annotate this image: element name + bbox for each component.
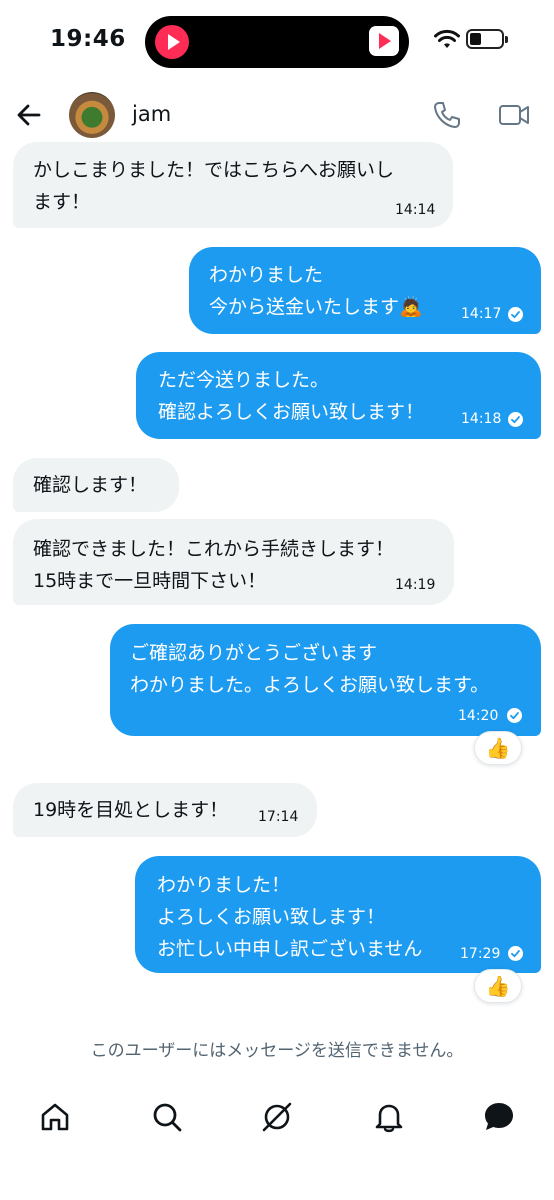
read-check-icon bbox=[508, 307, 523, 322]
reaction-badge[interactable]: 👍 bbox=[474, 969, 522, 1003]
video-app-icon bbox=[369, 26, 399, 56]
message-bubble-incoming[interactable]: 19時を目処とします！ 17:14 bbox=[13, 783, 317, 837]
message-time: 14:18 bbox=[461, 411, 502, 427]
message-bubble-outgoing[interactable]: わかりました！ よろしくお願い致します！ お忙しい中申し訳ございません 17:2… bbox=[135, 856, 541, 973]
status-bar: 19:46 bbox=[0, 0, 554, 84]
messages-icon[interactable] bbox=[482, 1100, 516, 1134]
message-bubble-outgoing[interactable]: ただ今送りました。 確認よろしくお願い致します！ 14:18 bbox=[136, 352, 541, 439]
message-time: 14:19 bbox=[395, 577, 436, 593]
screen-record-icon bbox=[155, 25, 189, 59]
message-time: 17:14 bbox=[258, 809, 299, 825]
message-text: わかりました。よろしくお願い致します。 bbox=[130, 674, 490, 696]
message-text: 15時まで一旦時間下さい！ bbox=[33, 570, 267, 592]
avatar[interactable] bbox=[69, 92, 115, 138]
home-icon[interactable] bbox=[38, 1100, 72, 1134]
message-time: 14:14 bbox=[395, 202, 436, 218]
message-bubble-outgoing[interactable]: わかりました 今から送金いたします🙇 14:17 bbox=[189, 247, 541, 334]
phone-icon[interactable] bbox=[432, 100, 462, 130]
message-time: 17:29 bbox=[460, 946, 501, 962]
bell-icon[interactable] bbox=[372, 1100, 406, 1134]
bottom-nav bbox=[0, 1092, 554, 1148]
battery-icon bbox=[466, 29, 508, 49]
message-text: ます！ bbox=[33, 191, 91, 213]
back-arrow-icon[interactable] bbox=[14, 100, 44, 130]
dynamic-island bbox=[145, 16, 409, 68]
message-text: ただ今送りました。 bbox=[158, 369, 330, 391]
grok-icon[interactable] bbox=[260, 1100, 294, 1134]
cannot-message-notice: このユーザーにはメッセージを送信できません。 bbox=[90, 1041, 464, 1061]
search-icon[interactable] bbox=[150, 1100, 184, 1134]
message-text: かしこまりました！ではこちらへお願いし bbox=[33, 159, 395, 181]
message-text: わかりました！ bbox=[157, 874, 291, 896]
reaction-badge[interactable]: 👍 bbox=[474, 731, 522, 765]
message-text: わかりました bbox=[209, 264, 324, 286]
read-check-icon bbox=[508, 412, 523, 427]
message-text: 確認します！ bbox=[33, 474, 148, 496]
contact-name[interactable]: jam bbox=[132, 102, 171, 126]
message-bubble-outgoing[interactable]: ご確認ありがとうございます わかりました。よろしくお願い致します。 14:20 bbox=[110, 624, 541, 736]
message-bubble-incoming[interactable]: 確認します！ bbox=[13, 458, 179, 512]
video-icon[interactable] bbox=[498, 102, 530, 128]
status-time: 19:46 bbox=[50, 26, 126, 52]
message-text: 確認できました！これから手続きします！ bbox=[33, 538, 395, 560]
message-bubble-incoming[interactable]: 確認できました！これから手続きします！ 15時まで一旦時間下さい！ 14:19 bbox=[13, 519, 454, 605]
conversation-header: jam bbox=[0, 86, 554, 144]
wifi-icon bbox=[434, 29, 460, 48]
message-time: 14:20 bbox=[458, 708, 499, 724]
read-check-icon bbox=[508, 946, 523, 961]
message-text: よろしくお願い致します！ bbox=[157, 906, 386, 928]
message-text: ご確認ありがとうございます bbox=[130, 642, 378, 664]
message-bubble-incoming[interactable]: かしこまりました！ではこちらへお願いし ます！ 14:14 bbox=[13, 142, 453, 228]
read-check-icon bbox=[507, 708, 522, 723]
message-time: 14:17 bbox=[461, 306, 502, 322]
